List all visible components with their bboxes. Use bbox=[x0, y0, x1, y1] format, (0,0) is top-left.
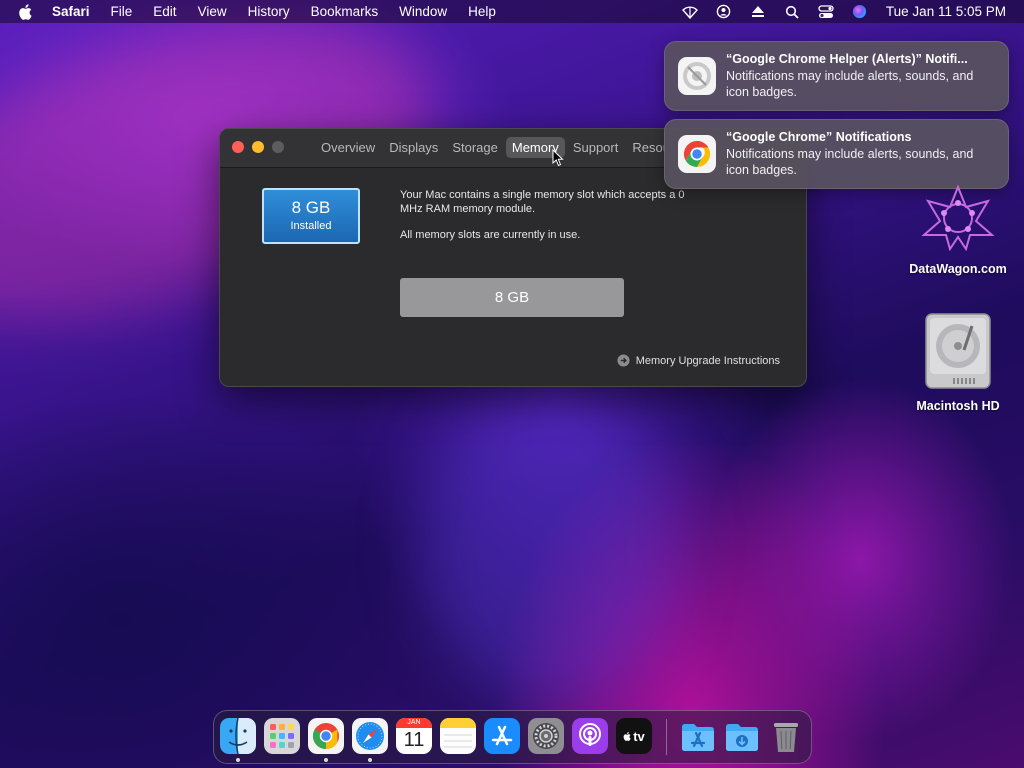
menu-clock[interactable]: Tue Jan 11 5:05 PM bbox=[886, 4, 1006, 19]
desktop-icon-macintosh-hd[interactable]: Macintosh HD bbox=[903, 312, 1013, 413]
dock-separator bbox=[666, 719, 667, 755]
notification-chrome-helper[interactable]: “Google Chrome Helper (Alerts)” Notifi..… bbox=[664, 41, 1009, 111]
dock: JAN 11 tv bbox=[213, 710, 812, 764]
menu-view[interactable]: View bbox=[198, 0, 227, 23]
google-chrome-dock-icon[interactable] bbox=[308, 718, 344, 754]
podcasts-icon[interactable] bbox=[572, 718, 608, 754]
apple-logo-icon bbox=[623, 731, 631, 741]
notification-title: “Google Chrome Helper (Alerts)” Notifi..… bbox=[726, 52, 968, 66]
calendar-icon[interactable]: JAN 11 bbox=[396, 718, 432, 754]
menu-window[interactable]: Window bbox=[399, 0, 447, 23]
eject-icon[interactable] bbox=[750, 4, 766, 20]
memory-installed-label: Installed bbox=[290, 220, 332, 232]
minimize-button[interactable] bbox=[252, 141, 264, 153]
tv-icon[interactable]: tv bbox=[616, 718, 652, 754]
memory-slots-status: All memory slots are currently in use. bbox=[400, 229, 581, 241]
running-indicator bbox=[324, 758, 328, 762]
notification-body: Notifications may include alerts, sounds… bbox=[726, 147, 974, 177]
applications-folder-icon[interactable] bbox=[680, 718, 716, 754]
zoom-button[interactable] bbox=[272, 141, 284, 153]
menu-app-name[interactable]: Safari bbox=[52, 0, 90, 23]
app-store-icon[interactable] bbox=[484, 718, 520, 754]
notes-icon[interactable] bbox=[440, 718, 476, 754]
search-icon[interactable] bbox=[784, 4, 800, 20]
user-icon[interactable] bbox=[716, 4, 732, 20]
chrome-helper-icon bbox=[678, 57, 716, 95]
hard-drive-icon bbox=[925, 313, 991, 389]
mouse-cursor-icon bbox=[552, 149, 564, 167]
launchpad-icon[interactable] bbox=[264, 718, 300, 754]
memory-installed-tile: 8 GB Installed bbox=[262, 188, 360, 244]
safari-icon[interactable] bbox=[352, 718, 388, 754]
google-chrome-icon bbox=[678, 135, 716, 173]
menu-bookmarks[interactable]: Bookmarks bbox=[311, 0, 379, 23]
close-button[interactable] bbox=[232, 141, 244, 153]
menu-history[interactable]: History bbox=[248, 0, 290, 23]
desktop-icon-label: DataWagon.com bbox=[909, 262, 1007, 276]
memory-info-text: Your Mac contains a single memory slot w… bbox=[400, 188, 700, 254]
tab-bar: Overview Displays Storage Memory Support… bbox=[315, 129, 665, 167]
memory-upgrade-link[interactable]: Memory Upgrade Instructions bbox=[617, 354, 780, 367]
menu-file[interactable]: File bbox=[111, 0, 133, 23]
tab-displays[interactable]: Displays bbox=[383, 137, 444, 158]
arrow-circle-icon bbox=[617, 354, 630, 367]
desktop-icon-datawagon[interactable]: DataWagon.com bbox=[903, 184, 1013, 276]
control-center-icon[interactable] bbox=[818, 4, 834, 20]
notification-body: Notifications may include alerts, sounds… bbox=[726, 69, 974, 99]
memory-slot-bar: 8 GB bbox=[400, 278, 624, 317]
tab-support[interactable]: Support bbox=[567, 137, 625, 158]
notification-title: “Google Chrome” Notifications bbox=[726, 130, 912, 144]
memory-slot-description: Your Mac contains a single memory slot w… bbox=[400, 189, 685, 215]
datawagon-star-icon bbox=[921, 184, 995, 252]
tab-storage[interactable]: Storage bbox=[446, 137, 504, 158]
wifi-icon[interactable] bbox=[681, 4, 698, 20]
tab-resources[interactable]: Resources bbox=[626, 137, 665, 158]
running-indicator bbox=[236, 758, 240, 762]
desktop-icon-label: Macintosh HD bbox=[916, 399, 1000, 413]
tab-overview[interactable]: Overview bbox=[315, 137, 381, 158]
menu-edit[interactable]: Edit bbox=[153, 0, 176, 23]
wallpaper-wave bbox=[420, 380, 680, 710]
downloads-folder-icon[interactable] bbox=[724, 718, 760, 754]
trash-icon[interactable] bbox=[768, 718, 804, 754]
siri-icon[interactable] bbox=[852, 4, 868, 20]
memory-upgrade-label[interactable]: Memory Upgrade Instructions bbox=[636, 355, 780, 367]
calendar-day: 11 bbox=[403, 729, 425, 751]
notification-chrome[interactable]: “Google Chrome” Notifications Notificati… bbox=[664, 119, 1009, 189]
system-preferences-icon[interactable] bbox=[528, 718, 564, 754]
menu-help[interactable]: Help bbox=[468, 0, 496, 23]
menu-bar: Safari File Edit View History Bookmarks … bbox=[0, 0, 1024, 23]
running-indicator bbox=[368, 758, 372, 762]
finder-icon[interactable] bbox=[220, 718, 256, 754]
apple-menu-icon[interactable] bbox=[18, 3, 34, 21]
tv-label: tv bbox=[633, 728, 645, 744]
calendar-month: JAN bbox=[396, 718, 432, 728]
memory-installed-size: 8 GB bbox=[291, 198, 331, 217]
